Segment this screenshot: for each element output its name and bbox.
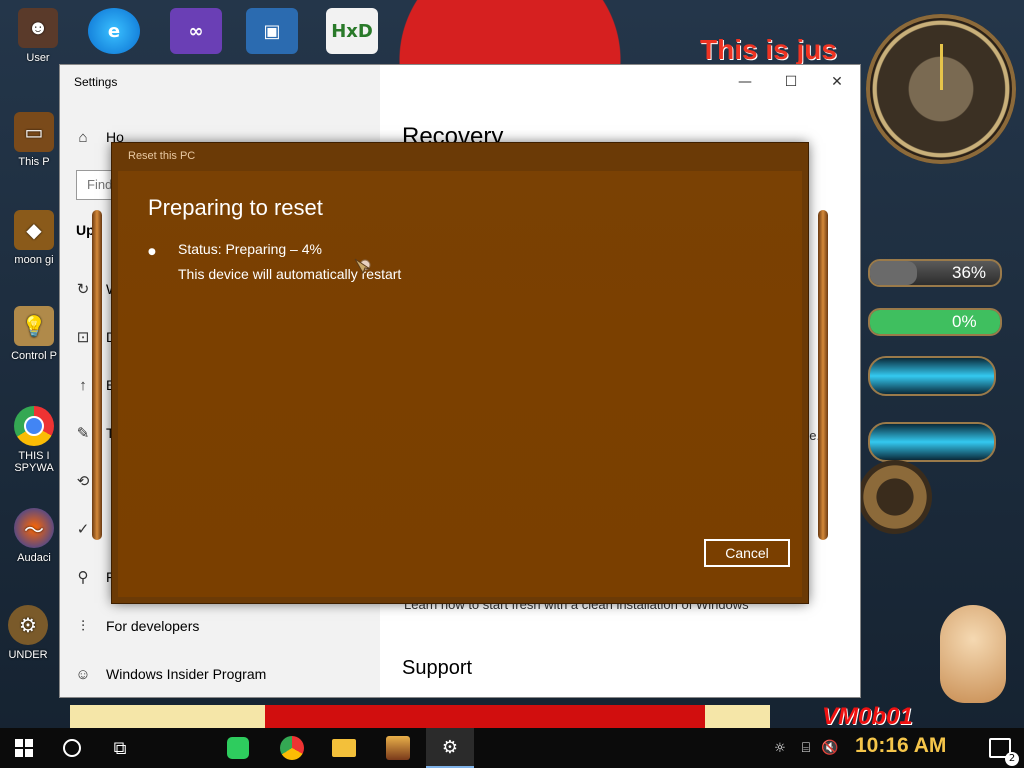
tray-app-icon[interactable]: ☼ bbox=[770, 728, 790, 768]
notification-center-button[interactable]: 2 bbox=[976, 728, 1024, 768]
notification-count: 2 bbox=[1005, 752, 1019, 766]
maximize-button[interactable]: ☐ bbox=[768, 69, 814, 95]
hamster-image bbox=[940, 605, 1006, 703]
support-heading: Support bbox=[402, 657, 473, 679]
window-title: Settings bbox=[74, 75, 118, 89]
insider-icon: ☺ bbox=[75, 665, 91, 683]
desktop-icon-label: moon gi bbox=[14, 254, 54, 266]
desktop-icon-label: User bbox=[26, 52, 50, 64]
sidebar-item-windows-insider[interactable]: ☺ Windows Insider Program bbox=[60, 654, 380, 694]
gauge-memory-label: 0% bbox=[952, 312, 977, 331]
visual-studio-icon[interactable]: ∞ bbox=[170, 8, 222, 54]
reset-status: Status: Preparing – 4% bbox=[178, 241, 322, 257]
pipe-decoration bbox=[818, 210, 828, 540]
desktop-icon-audacity[interactable]: 〜 Audaci bbox=[6, 508, 62, 564]
desktop-icon-label: Control P bbox=[11, 350, 57, 362]
taskbar-app-chrome[interactable] bbox=[268, 728, 316, 768]
taskbar: ⧉ ⚙ ☼ ⌸ 🔇 10:16 AM 2 bbox=[0, 728, 1024, 768]
reset-pc-dialog: Reset this PC Preparing to reset ● Statu… bbox=[112, 143, 808, 603]
desktop-icon-user[interactable]: ☻ User bbox=[10, 8, 66, 64]
taskbar-app-file-explorer[interactable] bbox=[320, 728, 368, 768]
network-icon[interactable]: ⌸ bbox=[794, 728, 818, 768]
start-icon bbox=[15, 739, 33, 757]
dialog-title: Reset this PC bbox=[128, 150, 196, 162]
tube-gadget bbox=[868, 422, 996, 462]
steampunk-clock-gadget bbox=[866, 14, 1016, 164]
file-explorer-icon bbox=[332, 739, 356, 757]
developer-icon: ⫶ bbox=[81, 617, 85, 635]
hxd-icon[interactable]: HxD bbox=[326, 8, 378, 54]
pipe-decoration bbox=[92, 210, 102, 540]
gauge-cpu-fill bbox=[870, 261, 917, 285]
gauge-memory-fill bbox=[870, 310, 1000, 334]
volume-muted-icon[interactable]: 🔇 bbox=[818, 728, 842, 768]
sidebar-item-label: Windows Insider Program bbox=[106, 666, 267, 682]
start-button[interactable] bbox=[0, 728, 48, 768]
wallpaper-signature: VM0b01 bbox=[822, 703, 913, 730]
desktop-icon-label: This P bbox=[18, 156, 50, 168]
desktop-icon-label: THIS I SPYWA bbox=[14, 450, 54, 474]
user-folder-icon: ☻ bbox=[18, 8, 58, 48]
taskbar-app-chat[interactable] bbox=[214, 728, 262, 768]
edge-icon[interactable]: e bbox=[88, 8, 140, 54]
wallpaper-banner-text: This is jus bbox=[700, 34, 837, 65]
busy-cursor-icon bbox=[354, 258, 371, 275]
desktop-icon-control-panel[interactable]: 💡 Control P bbox=[6, 306, 62, 362]
game-app-icon bbox=[386, 736, 410, 760]
this-pc-icon: ▭ bbox=[14, 112, 54, 152]
dialog-heading: Preparing to reset bbox=[148, 195, 323, 220]
taskbar-clock[interactable]: 10:16 AM bbox=[855, 734, 946, 758]
find-device-icon: ⚲ bbox=[77, 569, 89, 586]
task-view-button[interactable]: ⧉ bbox=[96, 728, 144, 768]
notification-icon: 2 bbox=[989, 738, 1019, 766]
bucket-icon: ◆ bbox=[14, 210, 54, 250]
bullet-icon: ● bbox=[148, 247, 156, 257]
audacity-icon: 〜 bbox=[14, 508, 54, 548]
desktop-icon-moon[interactable]: ◆ moon gi bbox=[6, 210, 62, 266]
lightbulb-icon: 💡 bbox=[14, 306, 54, 346]
settings-gear-icon: ⚙ bbox=[441, 736, 459, 758]
desktop-icon-spyware[interactable]: THIS I SPYWA bbox=[6, 406, 62, 474]
chat-app-icon bbox=[227, 737, 249, 759]
gauge-cpu-label: 36% bbox=[952, 263, 987, 282]
taskbar-app-game[interactable] bbox=[374, 728, 422, 768]
sidebar-item-for-developers[interactable]: ⫶ For developers bbox=[60, 606, 380, 646]
sidebar-item-label: For developers bbox=[106, 618, 200, 634]
clock-hand bbox=[940, 44, 943, 90]
desktop-icon-label: Audaci bbox=[17, 552, 51, 564]
desktop-icon-under[interactable]: ⚙ UNDER bbox=[0, 605, 56, 661]
task-view-icon: ⧉ bbox=[113, 737, 127, 759]
cancel-button[interactable]: Cancel bbox=[704, 539, 790, 567]
desktop-icon-this-pc[interactable]: ▭ This P bbox=[6, 112, 62, 168]
search-button[interactable] bbox=[48, 728, 96, 768]
tube-gadget bbox=[868, 356, 996, 396]
dialog-body: Preparing to reset ● Status: Preparing –… bbox=[118, 171, 802, 597]
search-circle-icon bbox=[63, 739, 81, 757]
gear-shortcut-icon: ⚙ bbox=[8, 605, 48, 645]
chrome-icon bbox=[14, 406, 54, 446]
home-icon: ⌂ bbox=[78, 128, 88, 146]
virtualbox-icon[interactable]: ▣ bbox=[246, 8, 298, 54]
gauge-memory bbox=[868, 308, 1002, 336]
desktop-icon-label: UNDER bbox=[8, 649, 48, 661]
close-button[interactable]: ✕ bbox=[814, 69, 860, 95]
minimize-button[interactable]: — bbox=[722, 69, 768, 95]
taskbar-app-settings[interactable]: ⚙ bbox=[426, 728, 474, 768]
gear-decoration bbox=[858, 460, 932, 534]
chrome-icon bbox=[280, 736, 304, 760]
